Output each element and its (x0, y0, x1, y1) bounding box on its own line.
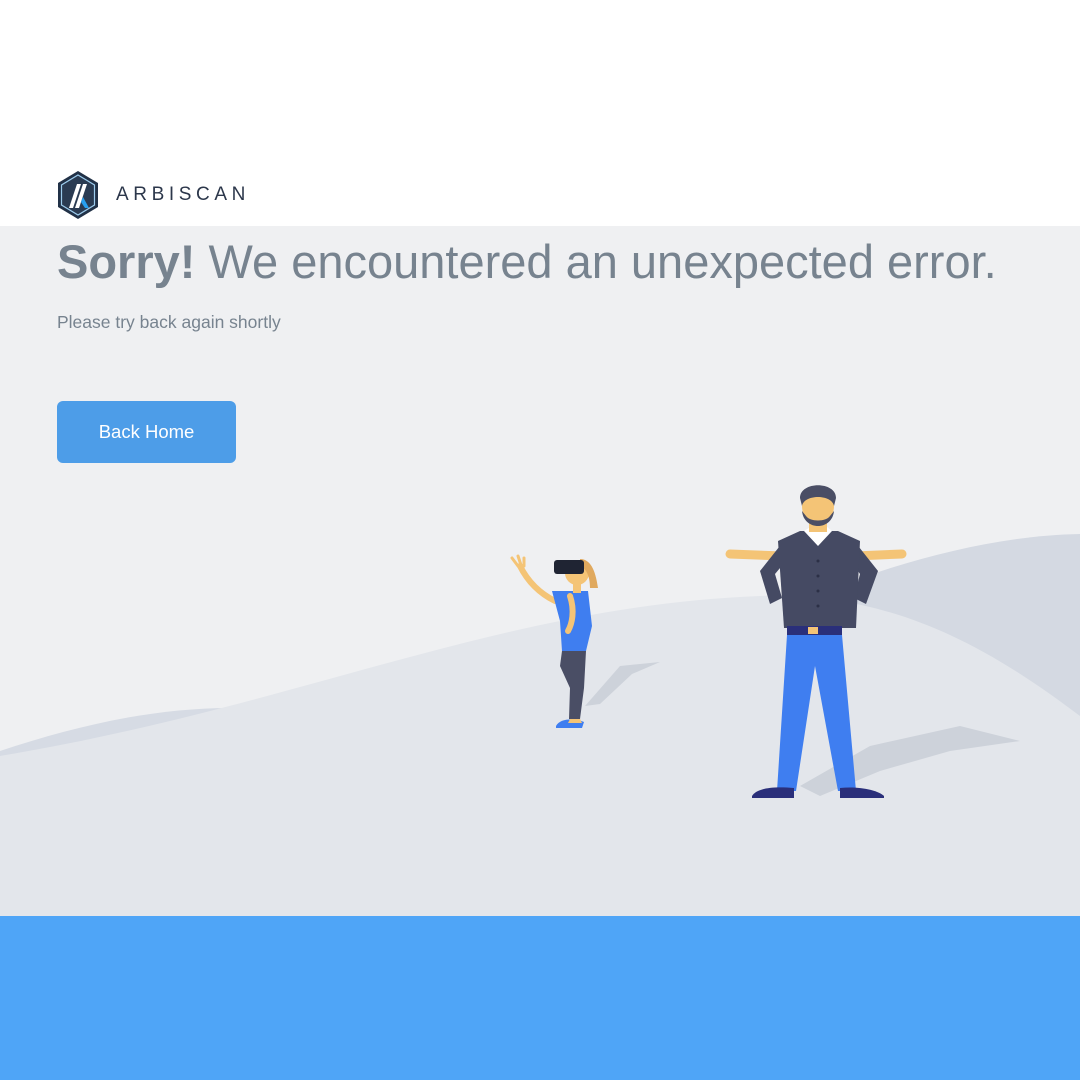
brand-name: ARBISCAN (116, 184, 250, 205)
page-header: ARBISCAN (0, 0, 1080, 226)
shrugging-man-figure (725, 485, 907, 798)
arbitrum-logo-icon (58, 171, 98, 219)
arbiscan-logo[interactable]: ARBISCAN (56, 170, 250, 220)
error-content: Sorry! We encountered an unexpected erro… (0, 226, 1080, 916)
page-footer (0, 916, 1080, 1080)
